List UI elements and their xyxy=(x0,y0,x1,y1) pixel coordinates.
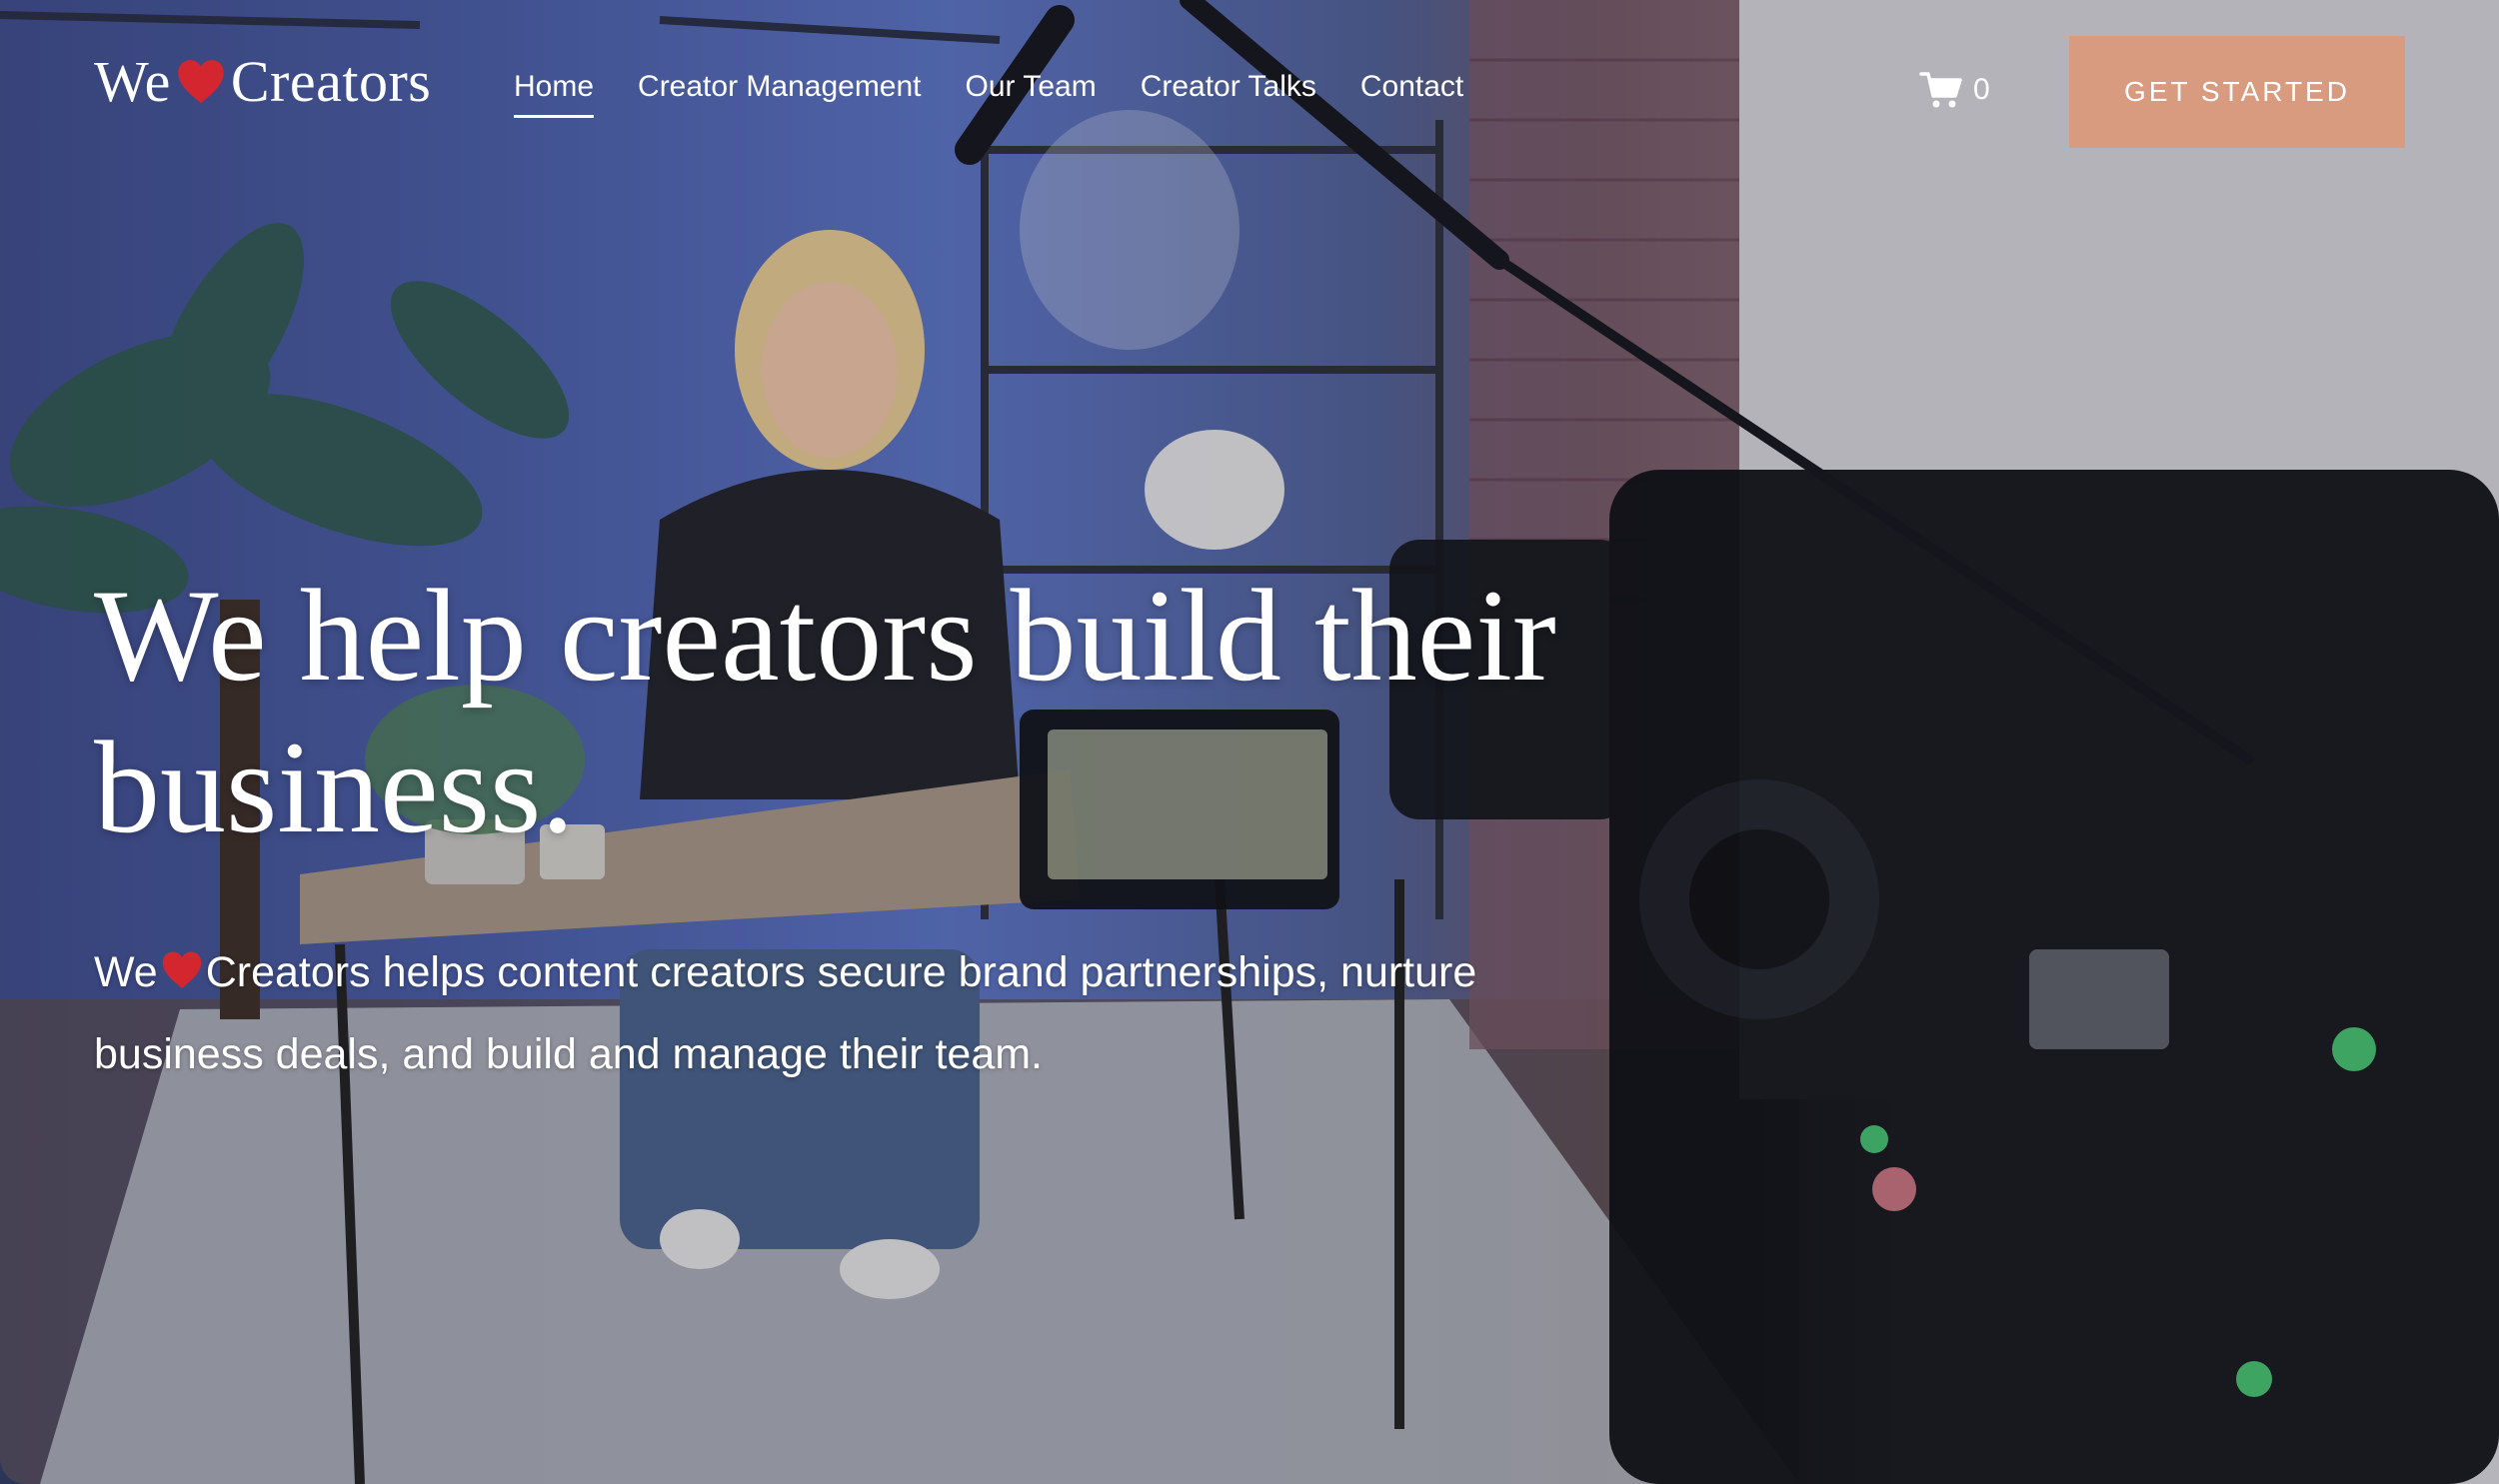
nav-item-creator-talks[interactable]: Creator Talks xyxy=(1141,70,1316,112)
logo-prefix: We xyxy=(94,49,171,114)
main-nav: Home Creator Management Our Team Creator… xyxy=(514,70,1463,118)
hero-description-prefix: We xyxy=(94,948,158,996)
site-logo[interactable]: We Creators xyxy=(94,48,431,115)
heart-icon xyxy=(178,59,224,103)
cart-link[interactable]: 0 xyxy=(1919,70,1990,110)
nav-item-home[interactable]: Home xyxy=(514,70,595,118)
nav-item-creator-management[interactable]: Creator Management xyxy=(638,70,921,112)
get-started-button[interactable]: GET STARTED xyxy=(2069,36,2405,148)
hero-description-text: Creators helps content creators secure b… xyxy=(94,948,1477,1078)
cart-count: 0 xyxy=(1973,73,1990,106)
logo-suffix: Creators xyxy=(230,49,432,114)
heart-icon xyxy=(162,951,201,988)
cart-icon xyxy=(1919,72,1962,108)
hero-headline: We help creators build their business. xyxy=(94,562,1556,860)
nav-item-contact[interactable]: Contact xyxy=(1360,70,1463,112)
nav-item-our-team[interactable]: Our Team xyxy=(966,70,1097,112)
site-header: We Creators Home Creator Management Our … xyxy=(0,0,2499,190)
hero-description: We Creators helps content creators secure… xyxy=(94,931,1553,1095)
